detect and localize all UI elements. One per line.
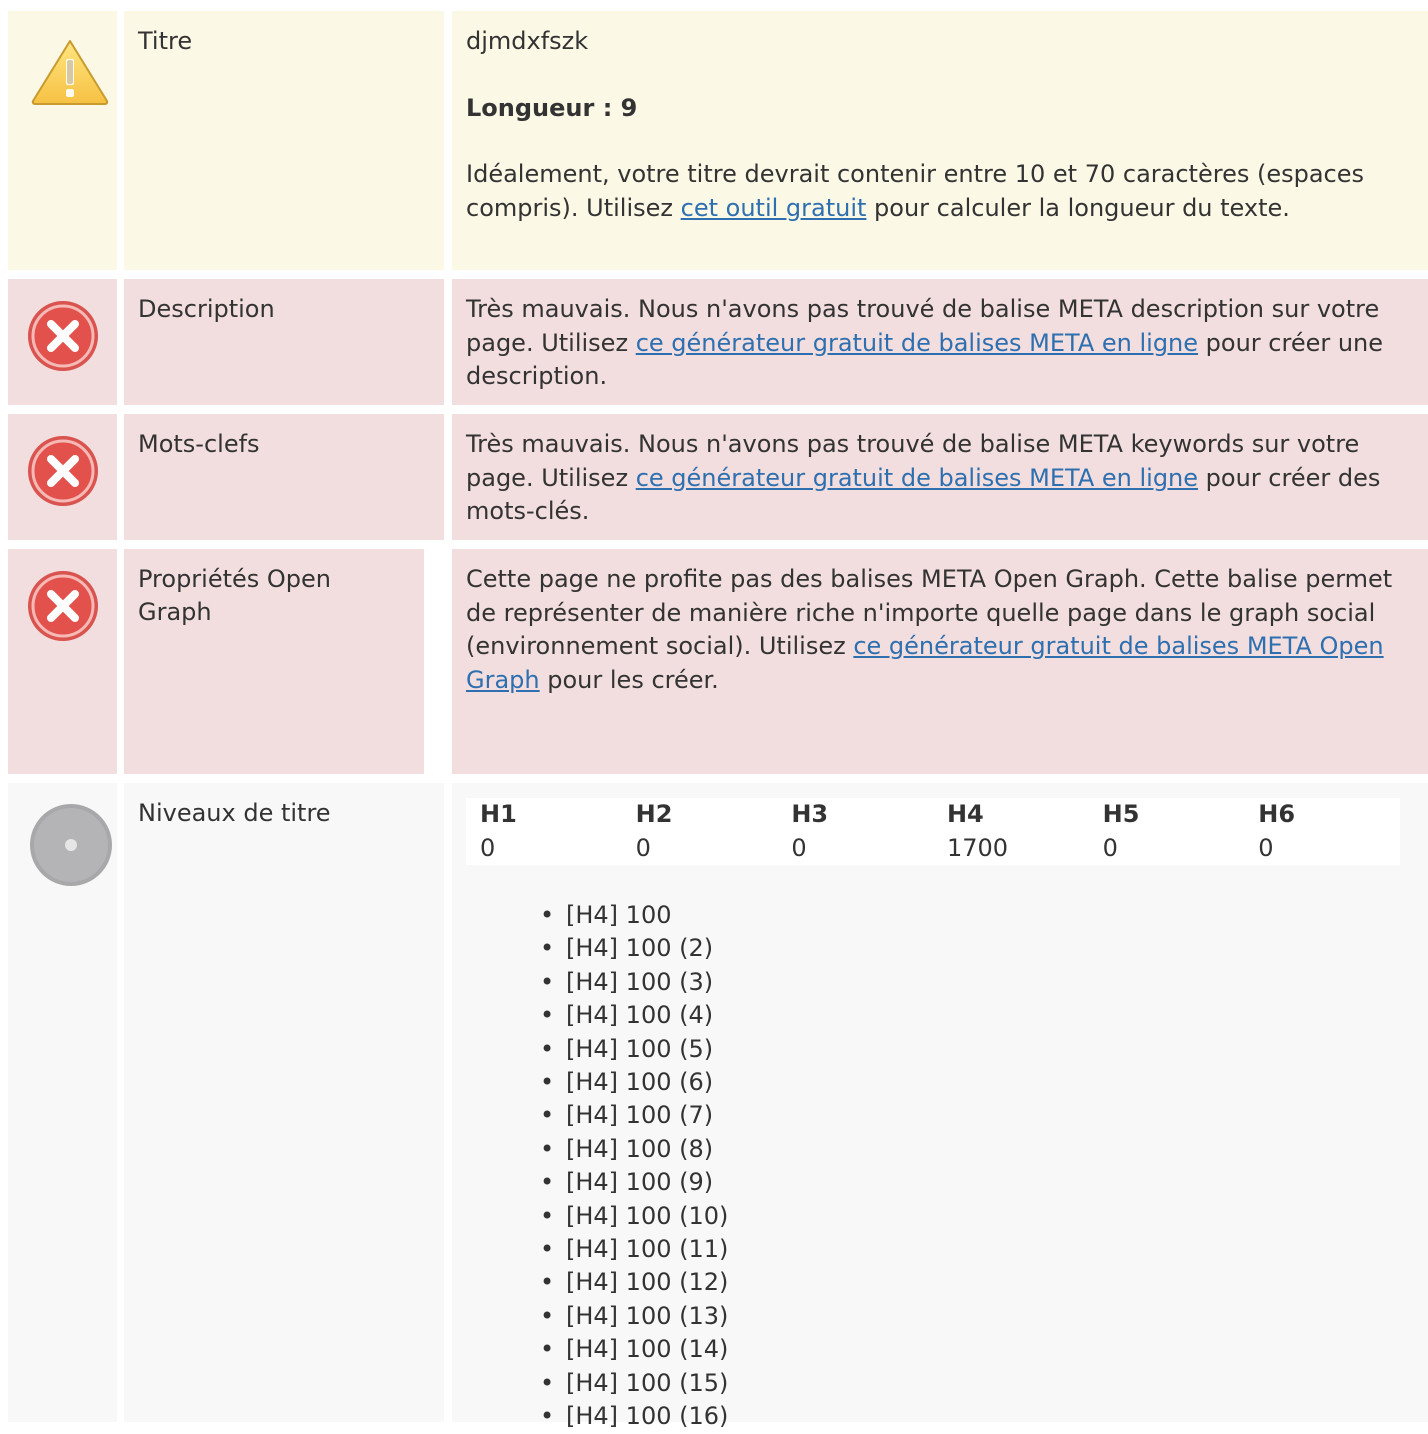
- list-item: [H4] 100 (10): [540, 1200, 728, 1234]
- list-item: [H4] 100 (7): [540, 1099, 728, 1133]
- title-length: Longueur : 9: [466, 93, 638, 122]
- row-content: Très mauvais. Nous n'avons pas trouvé de…: [452, 414, 1428, 540]
- status-cell: [8, 549, 117, 774]
- heading-count: 1700: [946, 833, 1009, 862]
- text-length-tool-link[interactable]: cet outil gratuit: [681, 194, 867, 222]
- list-item: [H4] 100 (15): [540, 1367, 728, 1401]
- list-item: [H4] 100 (9): [540, 1166, 728, 1200]
- heading-level-header: H5: [1102, 800, 1140, 829]
- page-title-value: djmdxfszk: [466, 27, 589, 55]
- heading-count: 0: [1102, 833, 1118, 862]
- list-item: [H4] 100: [540, 899, 728, 933]
- status-cell: [8, 11, 117, 270]
- list-item: [H4] 100 (11): [540, 1233, 728, 1267]
- keywords-message: Très mauvais. Nous n'avons pas trouvé de…: [466, 430, 1381, 525]
- seo-row-description: Description Très mauvais. Nous n'avons p…: [0, 279, 1428, 405]
- info-disc-icon: [30, 804, 112, 886]
- heading-list: [H4] 100 [H4] 100 (2) [H4] 100 (3) [H4] …: [540, 899, 728, 1434]
- status-cell: [8, 279, 117, 405]
- heading-count: 0: [480, 833, 496, 862]
- heading-count: 0: [791, 833, 807, 862]
- row-label: Mots-clefs: [124, 414, 444, 540]
- list-item: [H4] 100 (12): [540, 1266, 728, 1300]
- warning-icon: [31, 40, 109, 105]
- row-label: Titre: [124, 11, 444, 270]
- heading-level-header: H1: [480, 800, 517, 829]
- heading-level-header: H2: [635, 800, 673, 829]
- seo-row-open-graph: Propriétés Open Graph Cette page ne prof…: [0, 549, 1428, 774]
- list-item: [H4] 100 (8): [540, 1133, 728, 1167]
- list-item: [H4] 100 (2): [540, 932, 728, 966]
- row-label: Description: [124, 279, 444, 405]
- heading-level-header: H6: [1258, 800, 1296, 829]
- list-item: [H4] 100 (4): [540, 999, 728, 1033]
- row-label: Propriétés Open Graph: [124, 549, 424, 774]
- row-content: Cette page ne profite pas des balises ME…: [452, 549, 1428, 774]
- list-item: [H4] 100 (6): [540, 1066, 728, 1100]
- description-message: Très mauvais. Nous n'avons pas trouvé de…: [466, 295, 1384, 390]
- list-item: [H4] 100 (13): [540, 1300, 728, 1334]
- seo-row-headings: Niveaux de titre H1 H2 H3 H4 H5 H6 0 0 0…: [0, 783, 1428, 1434]
- heading-count: 0: [635, 833, 651, 862]
- heading-level-header: H3: [791, 800, 829, 829]
- title-advice: Idéalement, votre titre devrait contenir…: [466, 160, 1365, 222]
- row-content: Très mauvais. Nous n'avons pas trouvé de…: [452, 279, 1428, 405]
- heading-level-header: H4: [946, 800, 984, 829]
- heading-counts-value-row: 0 0 0 1700 0 0: [466, 832, 1400, 866]
- row-label: Niveaux de titre: [124, 783, 444, 1422]
- list-item: [H4] 100 (14): [540, 1333, 728, 1367]
- heading-counts-header-row: H1 H2 H3 H4 H5 H6: [466, 798, 1400, 832]
- list-item: [H4] 100 (16): [540, 1400, 728, 1434]
- list-item: [H4] 100 (5): [540, 1033, 728, 1067]
- seo-row-keywords: Mots-clefs Très mauvais. Nous n'avons pa…: [0, 414, 1428, 540]
- error-icon: [28, 301, 98, 371]
- heading-counts-table: H1 H2 H3 H4 H5 H6 0 0 0 1700 0 0: [466, 798, 1400, 865]
- error-icon: [28, 571, 98, 641]
- meta-generator-link[interactable]: ce générateur gratuit de balises META en…: [636, 329, 1198, 357]
- row-content: djmdxfszk Longueur : 9 Idéalement, votre…: [452, 11, 1428, 270]
- status-cell: [8, 414, 117, 540]
- open-graph-message: Cette page ne profite pas des balises ME…: [466, 565, 1393, 694]
- seo-row-title: Titre djmdxfszk Longueur : 9 Idéalement,…: [0, 11, 1428, 270]
- list-item: [H4] 100 (3): [540, 966, 728, 1000]
- status-cell: [8, 783, 117, 1422]
- heading-count: 0: [1258, 833, 1274, 862]
- error-icon: [28, 436, 98, 506]
- meta-generator-link[interactable]: ce générateur gratuit de balises META en…: [636, 464, 1198, 492]
